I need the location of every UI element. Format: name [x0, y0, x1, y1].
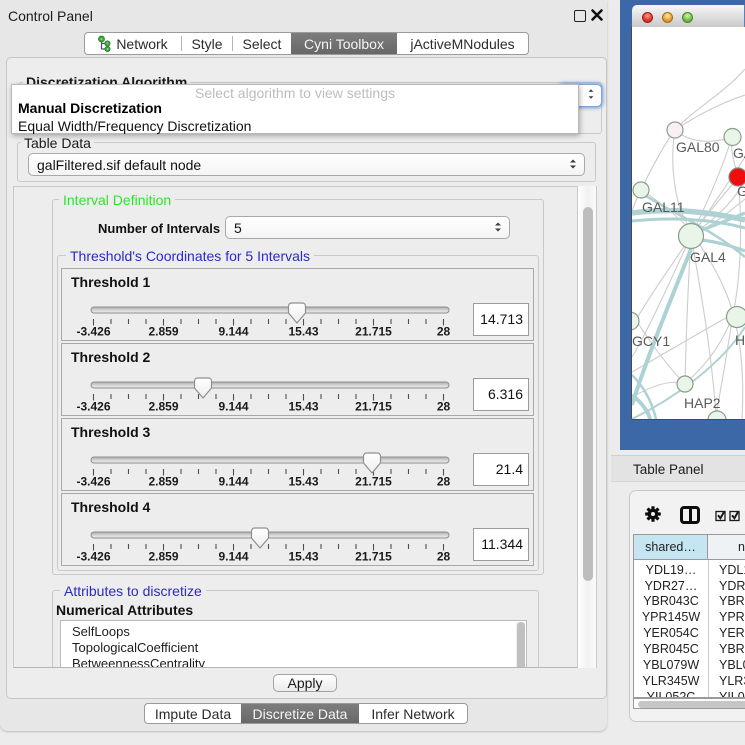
svg-text:9.144: 9.144: [218, 550, 248, 564]
svg-text:GCY1: GCY1: [632, 333, 670, 349]
svg-text:28: 28: [437, 325, 451, 339]
svg-text:15.43: 15.43: [288, 475, 318, 489]
svg-text:15.43: 15.43: [288, 400, 318, 414]
svg-text:GAL4: GAL4: [690, 249, 726, 265]
svg-text:21.715: 21.715: [355, 325, 392, 339]
svg-text:-3.426: -3.426: [76, 475, 110, 489]
svg-text:21.715: 21.715: [355, 400, 392, 414]
svg-text:GA: GA: [733, 145, 745, 161]
svg-text:GAL11: GAL11: [642, 199, 685, 215]
svg-text:G: G: [737, 183, 745, 199]
svg-text:21.715: 21.715: [355, 550, 392, 564]
svg-text:9.144: 9.144: [218, 475, 248, 489]
svg-text:2.859: 2.859: [148, 475, 178, 489]
svg-text:2.859: 2.859: [148, 550, 178, 564]
svg-text:GAL80: GAL80: [676, 139, 720, 155]
svg-text:-3.426: -3.426: [76, 550, 110, 564]
svg-text:2.859: 2.859: [148, 325, 178, 339]
svg-text:HAP2: HAP2: [684, 395, 721, 411]
svg-text:28: 28: [437, 475, 451, 489]
svg-text:15.43: 15.43: [288, 550, 318, 564]
svg-text:21.715: 21.715: [355, 475, 392, 489]
svg-text:-3.426: -3.426: [76, 400, 110, 414]
svg-text:H: H: [735, 332, 745, 348]
svg-text:28: 28: [437, 400, 451, 414]
svg-text:2.859: 2.859: [148, 400, 178, 414]
svg-text:9.144: 9.144: [218, 325, 248, 339]
svg-text:28: 28: [437, 550, 451, 564]
svg-text:15.43: 15.43: [288, 325, 318, 339]
svg-text:9.144: 9.144: [218, 400, 248, 414]
svg-text:-3.426: -3.426: [76, 325, 110, 339]
